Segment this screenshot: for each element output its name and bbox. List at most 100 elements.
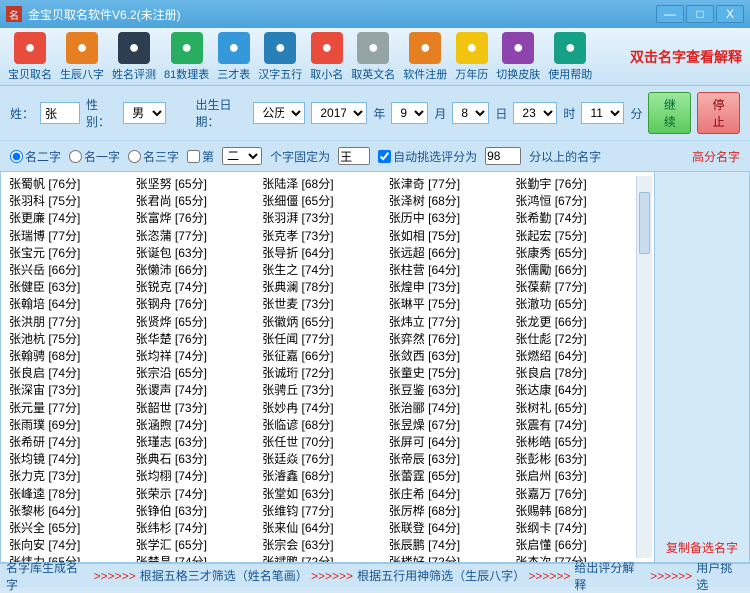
- maximize-button[interactable]: □: [686, 5, 714, 23]
- name-item[interactable]: 张柱营 [64分]: [389, 262, 504, 279]
- hour-select[interactable]: 23: [513, 102, 557, 124]
- name-item[interactable]: 张琳平 [75分]: [389, 296, 504, 313]
- name-item[interactable]: 张钢舟 [76分]: [136, 296, 251, 313]
- stop-button[interactable]: 停止: [697, 92, 740, 134]
- name-item[interactable]: 张龙更 [66分]: [515, 314, 630, 331]
- name-item[interactable]: 张学汇 [65分]: [136, 537, 251, 554]
- name-item[interactable]: 张希研 [74分]: [9, 434, 124, 451]
- toolbar-item-5[interactable]: ●汉字五行: [258, 32, 302, 82]
- name-item[interactable]: 张克孝 [73分]: [262, 228, 377, 245]
- name-item[interactable]: 张津奇 [77分]: [389, 176, 504, 193]
- copy-selected-link[interactable]: 复制备选名字: [661, 539, 743, 556]
- toolbar-item-7[interactable]: ●取英文名: [351, 32, 395, 82]
- name-item[interactable]: 张荣示 [74分]: [136, 486, 251, 503]
- continue-button[interactable]: 继续: [648, 92, 691, 134]
- name-item[interactable]: 张远超 [66分]: [389, 245, 504, 262]
- name-item[interactable]: 张翰培 [64分]: [9, 296, 124, 313]
- name-item[interactable]: 张贤烨 [65分]: [136, 314, 251, 331]
- name-item[interactable]: 张厉桦 [68分]: [389, 503, 504, 520]
- name-item[interactable]: 张均栩 [74分]: [136, 468, 251, 485]
- toolbar-item-9[interactable]: ●万年历: [455, 32, 488, 82]
- name-item[interactable]: 张濬鑫 [68分]: [262, 468, 377, 485]
- toolbar-item-11[interactable]: ●使用帮助: [548, 32, 592, 82]
- name-item[interactable]: 张陆泽 [68分]: [262, 176, 377, 193]
- name-item[interactable]: 张宗沿 [65分]: [136, 365, 251, 382]
- toolbar-item-3[interactable]: ●81数理表: [164, 32, 209, 82]
- name-item[interactable]: 张宗会 [63分]: [262, 537, 377, 554]
- name-item[interactable]: 张雨璞 [69分]: [9, 417, 124, 434]
- name-item[interactable]: 张生之 [74分]: [262, 262, 377, 279]
- check-auto[interactable]: 自动挑选评分为: [378, 148, 477, 165]
- fixed-pos-select[interactable]: 二: [222, 147, 262, 165]
- high-score-link[interactable]: 高分名字: [692, 148, 740, 165]
- name-item[interactable]: 张彬皓 [65分]: [515, 434, 630, 451]
- name-item[interactable]: 张燃绍 [64分]: [515, 348, 630, 365]
- name-item[interactable]: 张洪朋 [77分]: [9, 314, 124, 331]
- name-item[interactable]: 张治郦 [74分]: [389, 400, 504, 417]
- name-item[interactable]: 张堂如 [63分]: [262, 486, 377, 503]
- year-select[interactable]: 2017: [311, 102, 367, 124]
- name-item[interactable]: 张征嘉 [66分]: [262, 348, 377, 365]
- surname-input[interactable]: [40, 102, 80, 124]
- name-item[interactable]: 张韶世 [73分]: [136, 400, 251, 417]
- radio-name2[interactable]: 名二字: [10, 148, 61, 165]
- toolbar-item-2[interactable]: ●姓名评测: [112, 32, 156, 82]
- name-item[interactable]: 张弈然 [76分]: [389, 331, 504, 348]
- name-item[interactable]: 张力克 [73分]: [9, 468, 124, 485]
- toolbar-item-4[interactable]: ●三才表: [217, 32, 250, 82]
- name-item[interactable]: 张良启 [74分]: [9, 365, 124, 382]
- name-item[interactable]: 张葆薪 [77分]: [515, 279, 630, 296]
- name-item[interactable]: 张铮伯 [63分]: [136, 503, 251, 520]
- name-item[interactable]: 张达康 [64分]: [515, 382, 630, 399]
- name-item[interactable]: 张启懂 [66分]: [515, 537, 630, 554]
- name-item[interactable]: 张任世 [70分]: [262, 434, 377, 451]
- name-item[interactable]: 张兴全 [65分]: [9, 520, 124, 537]
- name-item[interactable]: 张纲卡 [74分]: [515, 520, 630, 537]
- name-item[interactable]: 张嘉万 [76分]: [515, 486, 630, 503]
- radio-name3[interactable]: 名三字: [128, 148, 179, 165]
- name-item[interactable]: 张池杭 [75分]: [9, 331, 124, 348]
- name-item[interactable]: 张希勤 [74分]: [515, 210, 630, 227]
- name-item[interactable]: 张瑞博 [77分]: [9, 228, 124, 245]
- radio-name1[interactable]: 名一字: [69, 148, 120, 165]
- name-item[interactable]: 张更廉 [74分]: [9, 210, 124, 227]
- minute-select[interactable]: 11: [581, 102, 624, 124]
- day-select[interactable]: 8: [452, 102, 489, 124]
- name-item[interactable]: 张瑾志 [63分]: [136, 434, 251, 451]
- name-item[interactable]: 张深宙 [73分]: [9, 382, 124, 399]
- name-item[interactable]: 张峰逵 [78分]: [9, 486, 124, 503]
- name-item[interactable]: 张向安 [74分]: [9, 537, 124, 554]
- name-item[interactable]: 张羽湃 [73分]: [262, 210, 377, 227]
- name-item[interactable]: 张维钧 [77分]: [262, 503, 377, 520]
- name-item[interactable]: 张纬杉 [74分]: [136, 520, 251, 537]
- name-item[interactable]: 张楚昌 [74分]: [136, 554, 251, 563]
- name-item[interactable]: 张蜀帆 [76分]: [9, 176, 124, 193]
- name-item[interactable]: 张炜立 [77分]: [389, 314, 504, 331]
- name-item[interactable]: 张典澜 [78分]: [262, 279, 377, 296]
- month-select[interactable]: 9: [391, 102, 428, 124]
- name-item[interactable]: 张黎彬 [64分]: [9, 503, 124, 520]
- name-item[interactable]: 张如相 [75分]: [389, 228, 504, 245]
- name-item[interactable]: 张楼好 [72分]: [389, 554, 504, 563]
- toolbar-item-8[interactable]: ●软件注册: [403, 32, 447, 82]
- calendar-select[interactable]: 公历: [253, 102, 305, 124]
- name-item[interactable]: 张童史 [75分]: [389, 365, 504, 382]
- name-item[interactable]: 张煌申 [73分]: [389, 279, 504, 296]
- name-item[interactable]: 张世麦 [73分]: [262, 296, 377, 313]
- name-item[interactable]: 张仕彪 [72分]: [515, 331, 630, 348]
- name-item[interactable]: 张帝辰 [63分]: [389, 451, 504, 468]
- name-item[interactable]: 张导折 [64分]: [262, 245, 377, 262]
- name-item[interactable]: 张妙冉 [74分]: [262, 400, 377, 417]
- name-item[interactable]: 张谡声 [74分]: [136, 382, 251, 399]
- name-item[interactable]: 张翰骋 [68分]: [9, 348, 124, 365]
- name-item[interactable]: 张斌鹏 [72分]: [262, 554, 377, 563]
- scrollbar[interactable]: [636, 176, 652, 558]
- name-item[interactable]: 张彭彬 [63分]: [515, 451, 630, 468]
- name-item[interactable]: 张勤宇 [76分]: [515, 176, 630, 193]
- name-item[interactable]: 张坚努 [65分]: [136, 176, 251, 193]
- name-item[interactable]: 张赐韩 [68分]: [515, 503, 630, 520]
- name-item[interactable]: 张锐克 [74分]: [136, 279, 251, 296]
- name-item[interactable]: 张懒沛 [66分]: [136, 262, 251, 279]
- name-item[interactable]: 张诞包 [63分]: [136, 245, 251, 262]
- name-item[interactable]: 张昱燥 [67分]: [389, 417, 504, 434]
